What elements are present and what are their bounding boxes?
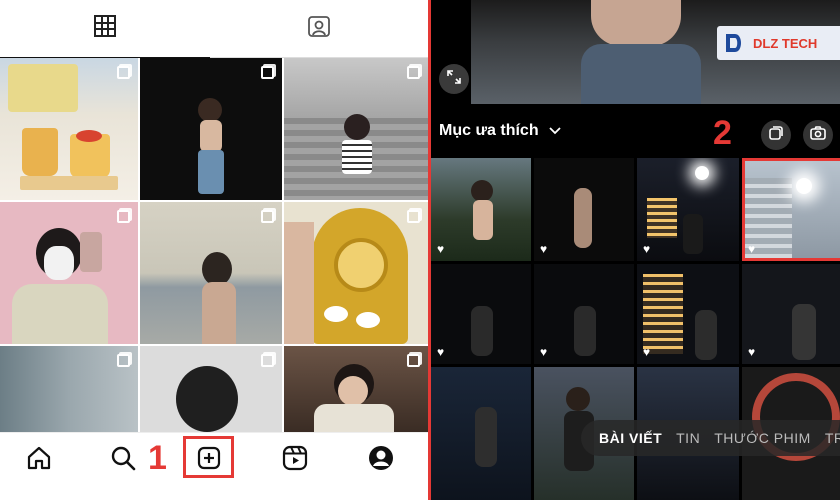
gallery-photo[interactable]: ♥ (431, 264, 531, 364)
tab-tagged[interactable] (210, 0, 428, 58)
step-1-highlight (183, 436, 234, 478)
step-2-label: 2 (713, 114, 732, 152)
gallery-photo[interactable]: ♥ (534, 264, 634, 364)
gallery-photo[interactable] (431, 367, 531, 500)
home-icon (26, 445, 52, 476)
favorite-heart-icon: ♥ (437, 242, 445, 256)
mode-live[interactable]: TR (825, 430, 840, 446)
selected-photo-highlight (742, 158, 840, 261)
album-title: Mục ưa thích (439, 122, 539, 140)
post-thumbnail[interactable] (140, 346, 282, 432)
chevron-down-icon (549, 122, 561, 140)
tagged-person-icon (307, 14, 331, 43)
gallery-header: Mục ưa thích 2 (431, 112, 840, 154)
search-icon (110, 445, 136, 476)
profile-icon (368, 445, 394, 476)
gallery-photo[interactable]: ♥ (637, 158, 739, 261)
screenshot-root: 1 DLZ TECH Mục ưa thích 2 ♥ ♥ ♥ ♥ ♥ ♥ ♥ … (0, 0, 840, 500)
nav-profile[interactable] (364, 443, 398, 477)
favorite-heart-icon: ♥ (437, 345, 445, 359)
reels-icon (282, 445, 308, 476)
logo-text: DLZ TECH (753, 35, 818, 51)
selected-photo-preview: DLZ TECH (471, 0, 840, 104)
multi-select-icon (768, 125, 784, 146)
favorite-heart-icon: ♥ (540, 345, 548, 359)
step-1-label: 1 (148, 439, 167, 477)
post-thumbnail[interactable] (140, 58, 282, 200)
gallery-photo[interactable]: ♥ (742, 264, 840, 364)
camera-button[interactable] (803, 120, 833, 150)
gallery-photo[interactable]: ♥ (637, 264, 739, 364)
carousel-icon (261, 66, 274, 79)
mode-reel[interactable]: THƯỚC PHIM (714, 430, 811, 446)
dlz-tech-logo: DLZ TECH (717, 26, 840, 60)
favorite-heart-icon: ♥ (643, 345, 651, 359)
gallery-photo[interactable]: ♥ (431, 158, 531, 261)
expand-icon (447, 69, 461, 89)
tab-posts-grid[interactable] (0, 0, 210, 58)
post-thumbnail[interactable] (284, 202, 428, 344)
carousel-icon (407, 210, 420, 223)
carousel-icon (117, 210, 130, 223)
new-post-screen: DLZ TECH Mục ưa thích 2 ♥ ♥ ♥ ♥ ♥ ♥ ♥ ♥ … (428, 0, 840, 500)
carousel-icon (407, 66, 420, 79)
favorite-heart-icon: ♥ (643, 242, 651, 256)
post-thumbnail[interactable] (0, 58, 138, 200)
carousel-icon (261, 354, 274, 367)
grid-icon (94, 15, 116, 42)
create-mode-selector: BÀI VIẾT TIN THƯỚC PHIM TR (581, 420, 840, 456)
camera-icon (810, 125, 826, 146)
gallery-photo[interactable]: ♥ (534, 158, 634, 261)
post-thumbnail[interactable] (0, 202, 138, 344)
carousel-icon (407, 354, 420, 367)
favorite-heart-icon: ♥ (540, 242, 548, 256)
carousel-icon (117, 354, 130, 367)
post-thumbnail[interactable] (284, 58, 428, 200)
favorite-heart-icon: ♥ (748, 345, 756, 359)
carousel-icon (261, 210, 274, 223)
post-thumbnail[interactable] (284, 346, 428, 432)
profile-screen: 1 (0, 0, 428, 500)
multi-select-button[interactable] (761, 120, 791, 150)
nav-reels[interactable] (278, 443, 312, 477)
post-thumbnail[interactable] (0, 346, 138, 432)
mode-post[interactable]: BÀI VIẾT (599, 430, 662, 446)
post-thumbnail[interactable] (140, 202, 282, 344)
album-selector[interactable]: Mục ưa thích (439, 122, 561, 140)
nav-home[interactable] (22, 443, 56, 477)
post-grid (0, 58, 428, 432)
carousel-icon (117, 66, 130, 79)
dlz-logo-mark-icon (726, 34, 741, 52)
mode-story[interactable]: TIN (676, 430, 700, 446)
nav-search[interactable] (106, 443, 140, 477)
expand-crop-button[interactable] (439, 64, 469, 94)
profile-tabs (0, 0, 428, 58)
